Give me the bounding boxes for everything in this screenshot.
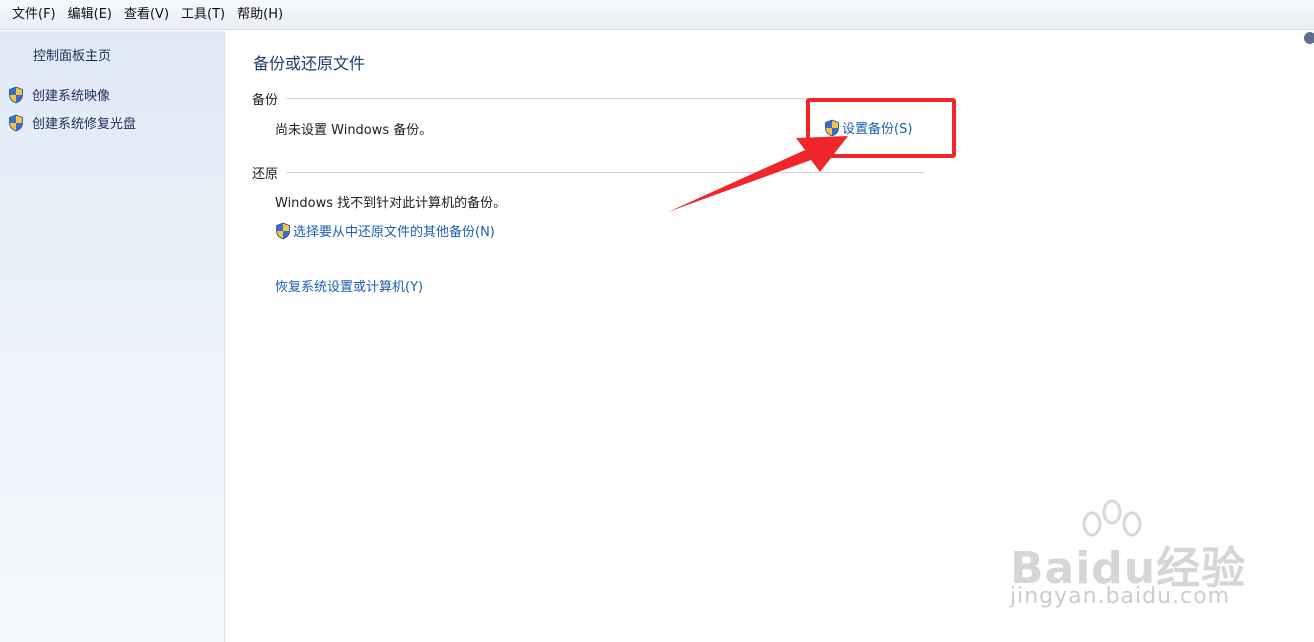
menu-help[interactable]: 帮助(H) [231,4,289,26]
scroll-indicator[interactable] [1304,32,1314,44]
window: 文件(F) 编辑(E) 查看(V) 工具(T) 帮助(H) 控制面板主页 创建系… [0,0,1314,642]
highlight-box [806,98,956,158]
menu-tools[interactable]: 工具(T) [175,4,231,26]
select-other-backup-label: 选择要从中还原文件的其他备份(N) [293,225,495,240]
menu-bar: 文件(F) 编辑(E) 查看(V) 工具(T) 帮助(H) [0,0,1314,30]
section-divider [286,172,924,173]
sidebar: 控制面板主页 创建系统映像 创建系统修复光盘 [0,31,225,642]
uac-shield-icon [9,86,23,103]
menu-file[interactable]: 文件(F) [6,4,62,26]
restore-heading: 还原 [252,167,279,182]
recover-system-label: 恢复系统设置或计算机(Y) [275,280,424,295]
uac-shield-icon [276,222,290,239]
sidebar-item-create-repair-disc[interactable]: 创建系统修复光盘 [8,113,136,132]
uac-shield-icon [9,114,23,131]
backup-status-text: 尚未设置 Windows 备份。 [275,123,433,138]
sidebar-item-label: 创建系统映像 [32,89,111,104]
sidebar-item-label: 创建系统修复光盘 [32,117,137,132]
recover-system-link[interactable]: 恢复系统设置或计算机(Y) [275,276,423,295]
select-other-backup-link[interactable]: 选择要从中还原文件的其他备份(N) [275,221,495,240]
menu-edit[interactable]: 编辑(E) [62,4,118,26]
restore-status-text: Windows 找不到针对此计算机的备份。 [275,196,507,211]
sidebar-item-create-system-image[interactable]: 创建系统映像 [8,85,110,104]
backup-heading: 备份 [252,93,279,108]
page-title: 备份或还原文件 [253,54,366,73]
menu-view[interactable]: 查看(V) [118,4,175,26]
watermark-url: jingyan.baidu.com [1010,584,1231,609]
control-panel-home-link[interactable]: 控制面板主页 [33,45,111,64]
watermark: Baidu经验 jingyan.baidu.com [1000,496,1250,616]
restore-section-header: 还原 [252,163,924,182]
